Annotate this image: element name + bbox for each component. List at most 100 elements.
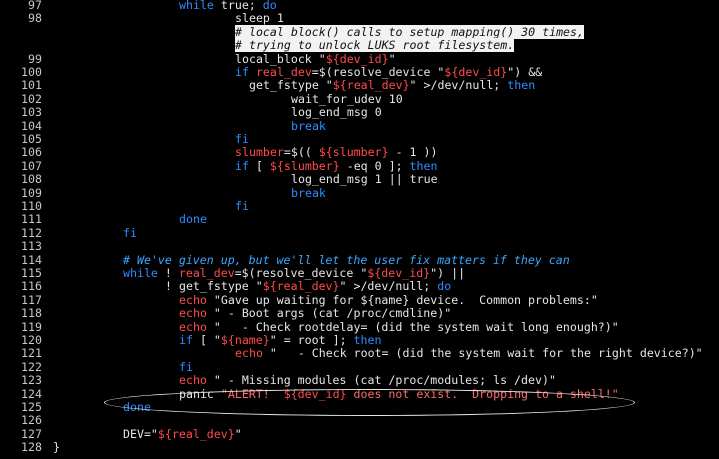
line-number: 98 <box>28 11 42 26</box>
code-line: 120 if [ "${name}" = root ]; then <box>0 334 719 347</box>
line-number: 106 <box>21 145 42 160</box>
code-token-keyword: if <box>235 65 249 79</box>
code-line: 102 wait_for_udev 10 <box>0 91 719 106</box>
line-number: 116 <box>21 279 42 294</box>
code-token-text: " >/dev/null; <box>339 279 438 294</box>
line-code: log_end_msg 0 <box>291 106 382 119</box>
code-token-text: =$(( <box>283 145 319 160</box>
code-line: 121 echo " - Check root= (did the system … <box>0 347 719 360</box>
code-token-keyword: if <box>235 158 249 173</box>
code-line: 125 done <box>0 401 719 414</box>
line-code: } <box>53 441 60 454</box>
code-line: 115 while ! real_dev=$(resolve_device "${… <box>0 267 719 280</box>
line-code: break <box>291 119 326 133</box>
code-token-text: " - Check rootdelay= (did the system wai… <box>206 319 619 334</box>
line-code: ! get_fstype "${real_dev}" >/dev/null; d… <box>165 280 451 293</box>
code-token-text: "Gave up waiting for ${name} device. Com… <box>206 292 598 307</box>
code-token-text: " <box>234 426 242 441</box>
line-number: 120 <box>21 333 42 347</box>
line-number: 128 <box>21 440 42 455</box>
code-token-keyword: fi <box>179 359 193 374</box>
code-token-string: "ALERT! <box>213 386 284 401</box>
code-token-variable: ${slumber} <box>269 158 340 173</box>
code-token-text: log_end_msg 1 || true <box>291 172 438 187</box>
line-code: sleep 1 <box>235 12 284 25</box>
code-token-keyword: then <box>353 333 382 347</box>
code-token-keyword: do <box>437 279 452 294</box>
line-number: 110 <box>21 199 42 213</box>
code-line: 116 ! get_fstype "${real_dev}" >/dev/null… <box>0 280 719 293</box>
code-line: 118 echo " - Boot args (cat /proc/cmdline… <box>0 307 719 320</box>
line-code: slumber=$(( ${slumber} - 1 )) <box>235 146 437 159</box>
code-token-text: " <box>388 51 396 66</box>
code-editor[interactable]: 97 while true; do 98 sleep 1 # local_block()… <box>0 0 719 459</box>
code-token-text: wait_for_udev 10 <box>291 91 403 106</box>
code-line: 108 log_end_msg 1 || true <box>0 173 719 186</box>
code-line: 107 if [ ${slumber} -eq 0 ]; then <box>0 158 719 173</box>
line-number: 102 <box>21 91 42 106</box>
code-token-variable: ${dev_id} <box>325 51 389 66</box>
line-number: 123 <box>21 373 42 388</box>
line-number: 108 <box>21 172 42 187</box>
code-line: 110 fi <box>0 200 719 213</box>
code-token-text: =$(resolve_device " <box>234 266 368 280</box>
code-token-keyword: if <box>179 333 193 347</box>
line-number: 121 <box>21 346 42 361</box>
code-token-variable: ${dev_id} <box>367 266 431 280</box>
code-token-comment: # We've given up, but we'll let the user… <box>123 252 570 267</box>
line-number: 125 <box>21 400 42 414</box>
code-token-text: " = root ]; <box>269 333 354 347</box>
line-code: get_fstype "${real_dev}" >/dev/null; the… <box>249 79 535 92</box>
code-line: 119 echo " - Check rootdelay= (did the sy… <box>0 319 719 334</box>
line-number: 97 <box>28 0 42 12</box>
code-line: 98 sleep 1 <box>0 12 719 25</box>
line-code: fi <box>235 200 249 213</box>
code-token-variable: echo <box>179 306 207 321</box>
line-code: # trying to unlock LUKS root filesystem. <box>235 38 515 53</box>
line-code: fi <box>179 359 193 374</box>
code-token-text: =" <box>143 426 158 441</box>
line-number: 119 <box>21 319 42 334</box>
code-token-keyword: while <box>123 266 158 280</box>
code-token-text: DEV <box>123 426 144 441</box>
code-line: 103 log_end_msg 0 <box>0 106 719 119</box>
code-token-text: get_fstype " <box>249 78 333 93</box>
code-token-variable: echo <box>179 319 207 334</box>
code-token-text: ") && <box>507 65 543 79</box>
code-token-text: " >/dev/null; <box>409 78 508 93</box>
code-line: 122 fi <box>0 359 719 374</box>
code-token-text: ! get_fstype " <box>165 279 263 294</box>
line-number: 111 <box>21 212 42 227</box>
code-line: 117 echo "Gave up waiting for ${name} dev… <box>0 292 719 307</box>
line-code: wait_for_udev 10 <box>291 91 403 106</box>
line-code: echo "Gave up waiting for ${name} device… <box>179 292 598 307</box>
code-token-text: log_end_msg 0 <box>291 105 382 120</box>
line-code: echo " - Missing modules (cat /proc/modu… <box>179 374 556 387</box>
code-line: 112 fi <box>0 226 719 240</box>
line-code: done <box>123 401 151 414</box>
code-token-variable: real_dev <box>255 65 312 79</box>
code-token-text: } <box>53 440 60 455</box>
line-code: while true; do <box>179 0 277 12</box>
code-token-highlighted-comment: # local_block() calls to setup_mapping()… <box>235 24 585 39</box>
line-number: 126 <box>21 413 42 428</box>
line-code: done <box>179 213 207 226</box>
line-number: 105 <box>21 132 42 146</box>
line-code: echo " - Check rootdelay= (did the syste… <box>179 319 619 334</box>
code-line: 101 get_fstype "${real_dev}" >/dev/null; … <box>0 79 719 92</box>
code-token-variable: ${dev_id} <box>444 65 508 79</box>
line-code: log_end_msg 1 || true <box>291 173 438 186</box>
code-token-text: " - Boot args (cat /proc/cmdline)" <box>206 306 452 321</box>
code-token-variable: real_dev <box>178 266 235 280</box>
line-number: 124 <box>21 386 42 401</box>
code-token-variable: ${dev_id} <box>283 386 347 401</box>
code-line: 123 echo " - Missing modules (cat /proc/m… <box>0 374 719 387</box>
code-token-keyword: then <box>409 158 438 173</box>
code-token-keyword: fi <box>235 132 249 146</box>
code-token-text: sleep 1 <box>235 11 284 26</box>
line-number: 113 <box>21 239 42 254</box>
code-line: 113 <box>0 240 719 253</box>
line-number: 107 <box>21 158 42 173</box>
code-line: 99 local_block "${dev_id}" <box>0 51 719 66</box>
line-code: if [ ${slumber} -eq 0 ]; then <box>235 158 438 173</box>
